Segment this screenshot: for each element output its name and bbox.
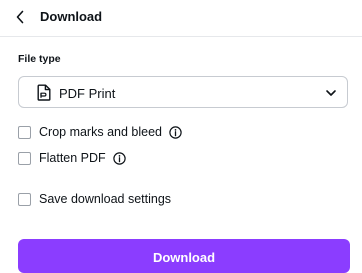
chevron-down-icon xyxy=(326,90,336,96)
download-button[interactable]: Download xyxy=(18,239,350,273)
file-type-select[interactable]: PDF Print xyxy=(18,76,348,108)
save-settings-label: Save download settings xyxy=(39,192,172,206)
crop-marks-option[interactable]: Crop marks and bleed xyxy=(18,123,182,141)
flatten-pdf-option[interactable]: Flatten PDF xyxy=(18,149,126,167)
info-icon[interactable] xyxy=(169,125,182,139)
info-icon[interactable] xyxy=(112,151,126,165)
file-type-label: File type xyxy=(18,53,61,65)
document-icon xyxy=(37,84,51,101)
chevron-left-icon xyxy=(16,10,24,24)
header-divider xyxy=(0,36,362,37)
crop-marks-label: Crop marks and bleed xyxy=(39,125,162,139)
back-button[interactable] xyxy=(10,7,30,27)
page-title: Download xyxy=(40,9,103,24)
save-settings-checkbox[interactable] xyxy=(18,192,31,206)
file-type-value: PDF Print xyxy=(59,86,116,101)
panel-header: Download xyxy=(0,0,362,34)
flatten-pdf-checkbox[interactable] xyxy=(18,151,31,165)
flatten-pdf-label: Flatten PDF xyxy=(39,151,106,165)
save-settings-option[interactable]: Save download settings xyxy=(18,190,171,208)
download-button-label: Download xyxy=(152,250,216,265)
crop-marks-checkbox[interactable] xyxy=(18,125,31,139)
